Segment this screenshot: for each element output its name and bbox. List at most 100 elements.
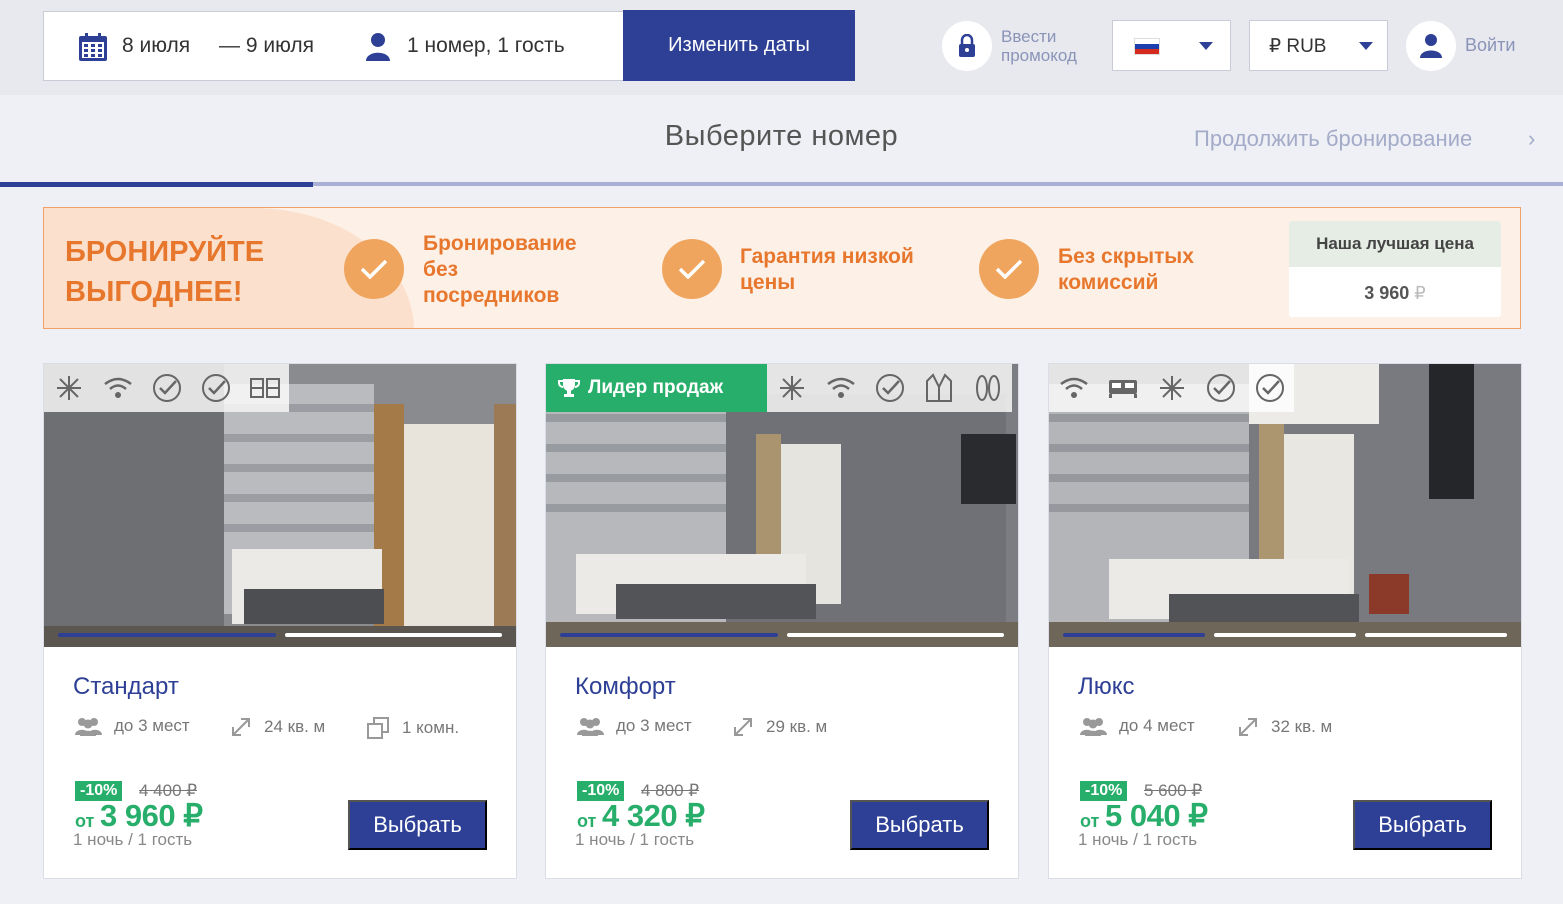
capacity-text: до 3 мест: [616, 716, 692, 735]
feature-line: Гарантия низкой: [740, 245, 914, 268]
best-price-amount: 3 960: [1364, 283, 1410, 303]
select-room-button[interactable]: Выбрать: [1353, 800, 1492, 850]
lock-icon: [959, 34, 975, 57]
promo-lock-button[interactable]: [942, 21, 992, 71]
chevron-down-icon: [1199, 42, 1213, 50]
slide-indicator[interactable]: [285, 633, 502, 637]
chevron-right-icon[interactable]: ›: [1528, 126, 1535, 152]
promo-banner: БРОНИРУЙТЕ ВЫГОДНЕЕ! Бронирование без по…: [43, 207, 1521, 329]
room-photo[interactable]: [1049, 364, 1521, 647]
wifi-icon: [816, 364, 865, 412]
room-area: 24 кв. м: [230, 716, 325, 738]
check-icon: [662, 239, 722, 299]
area-text: 32 кв. м: [1271, 717, 1333, 736]
price-from-label: от: [577, 811, 597, 831]
date-to[interactable]: — 9 июля: [219, 34, 314, 58]
amenities-bar: [1049, 364, 1294, 412]
check-circle-icon: [1196, 364, 1245, 412]
price-from-label: от: [1080, 811, 1100, 831]
trophy-icon: [558, 379, 580, 397]
twin-beds-icon: [240, 364, 289, 412]
select-room-button[interactable]: Выбрать: [850, 800, 989, 850]
area-text: 29 кв. м: [766, 717, 828, 736]
chevron-down-icon: [1359, 42, 1373, 50]
ruble-sign: ₽: [1414, 283, 1426, 303]
room-area: 32 кв. м: [1237, 716, 1332, 738]
resize-arrow-icon: [232, 718, 250, 736]
best-price-value: 3 960 ₽: [1289, 267, 1501, 304]
banner-headline-line2: ВЫГОДНЕЕ!: [65, 276, 243, 308]
bed-icon: [1098, 364, 1147, 412]
check-circle-icon: [1245, 364, 1294, 412]
feature-line: Без скрытых: [1058, 245, 1194, 268]
feature-line: цены: [740, 271, 796, 294]
slippers-icon: [963, 364, 1012, 412]
currency-value: ₽ RUB: [1269, 36, 1327, 57]
slide-indicator-active[interactable]: [1063, 633, 1205, 637]
capacity-text: до 3 мест: [114, 716, 190, 735]
check-icon: [979, 239, 1039, 299]
amenities-bar: [767, 364, 1012, 412]
slide-indicator[interactable]: [1365, 633, 1507, 637]
progress-fill: [0, 182, 313, 187]
price: 5 040 ₽: [1105, 798, 1208, 833]
room-name[interactable]: Комфорт: [575, 673, 676, 701]
rooms-text: 1 комн.: [402, 718, 460, 737]
guests-summary[interactable]: 1 номер, 1 гость: [407, 34, 565, 58]
best-price-box: Наша лучшая цена 3 960 ₽: [1289, 221, 1501, 317]
room-name[interactable]: Стандарт: [73, 673, 179, 701]
people-icon: [1080, 718, 1107, 736]
room-card-comfort[interactable]: Лидер продаж Комфорт до 3 мест 29 кв. м …: [545, 363, 1019, 879]
currency-select[interactable]: ₽ RUB: [1249, 20, 1388, 71]
bathrobe-icon: [914, 364, 963, 412]
resize-arrow-icon: [734, 718, 752, 736]
login-avatar-button[interactable]: [1406, 21, 1456, 71]
check-circle-icon: [142, 364, 191, 412]
room-photo[interactable]: Лидер продаж: [546, 364, 1018, 647]
banner-headline: БРОНИРУЙТЕ ВЫГОДНЕЕ!: [65, 232, 264, 312]
search-summary[interactable]: 8 июля — 9 июля 1 номер, 1 гость: [43, 11, 625, 81]
feature-no-intermediaries: Бронирование без посредников: [423, 231, 577, 309]
slide-indicator[interactable]: [1214, 633, 1356, 637]
select-room-button[interactable]: Выбрать: [348, 800, 487, 850]
guest-icon: [366, 33, 390, 61]
promo-code-link[interactable]: Ввести промокод: [1001, 27, 1077, 65]
check-circle-icon: [865, 364, 914, 412]
feature-low-price: Гарантия низкой цены: [740, 244, 914, 296]
bestseller-badge: Лидер продаж: [546, 364, 767, 412]
room-capacity: до 4 мест: [1080, 716, 1195, 736]
room-card-standard[interactable]: Стандарт до 3 мест 24 кв. м 1 комн. -10%…: [43, 363, 517, 879]
wifi-icon: [1049, 364, 1098, 412]
price-from-label: от: [75, 811, 95, 831]
date-from[interactable]: 8 июля: [122, 34, 190, 58]
room-capacity: до 3 мест: [577, 716, 692, 736]
price: 4 320 ₽: [602, 798, 705, 833]
slide-indicator-active[interactable]: [560, 633, 778, 637]
user-icon: [1420, 34, 1442, 58]
feature-line: без: [423, 258, 459, 281]
change-dates-button[interactable]: Изменить даты: [623, 10, 855, 81]
resize-arrow-icon: [1239, 718, 1257, 736]
room-capacity: до 3 мест: [75, 716, 190, 736]
room-photo[interactable]: [44, 364, 516, 647]
room-name[interactable]: Люкс: [1078, 673, 1135, 701]
ru-flag-icon: [1134, 38, 1160, 55]
bestseller-label: Лидер продаж: [588, 377, 724, 398]
price: 3 960 ₽: [100, 798, 203, 833]
price-unit: 1 ночь / 1 гость: [73, 830, 193, 849]
login-link[interactable]: Войти: [1465, 35, 1515, 56]
rooms-icon: [367, 717, 389, 739]
calendar-icon: [79, 33, 107, 61]
continue-booking-link[interactable]: Продолжить бронирование: [1194, 126, 1472, 152]
check-icon: [344, 239, 404, 299]
wifi-icon: [93, 364, 142, 412]
promo-line1: Ввести: [1001, 27, 1057, 46]
price-unit: 1 ночь / 1 гость: [575, 830, 695, 849]
room-card-lux[interactable]: Люкс до 4 мест 32 кв. м -10% 5 600 ₽ от …: [1048, 363, 1522, 879]
slide-indicator[interactable]: [787, 633, 1004, 637]
people-icon: [75, 718, 102, 736]
slide-indicator-active[interactable]: [58, 633, 276, 637]
snowflake-icon: [767, 364, 816, 412]
area-text: 24 кв. м: [264, 717, 326, 736]
language-select[interactable]: [1112, 20, 1231, 71]
